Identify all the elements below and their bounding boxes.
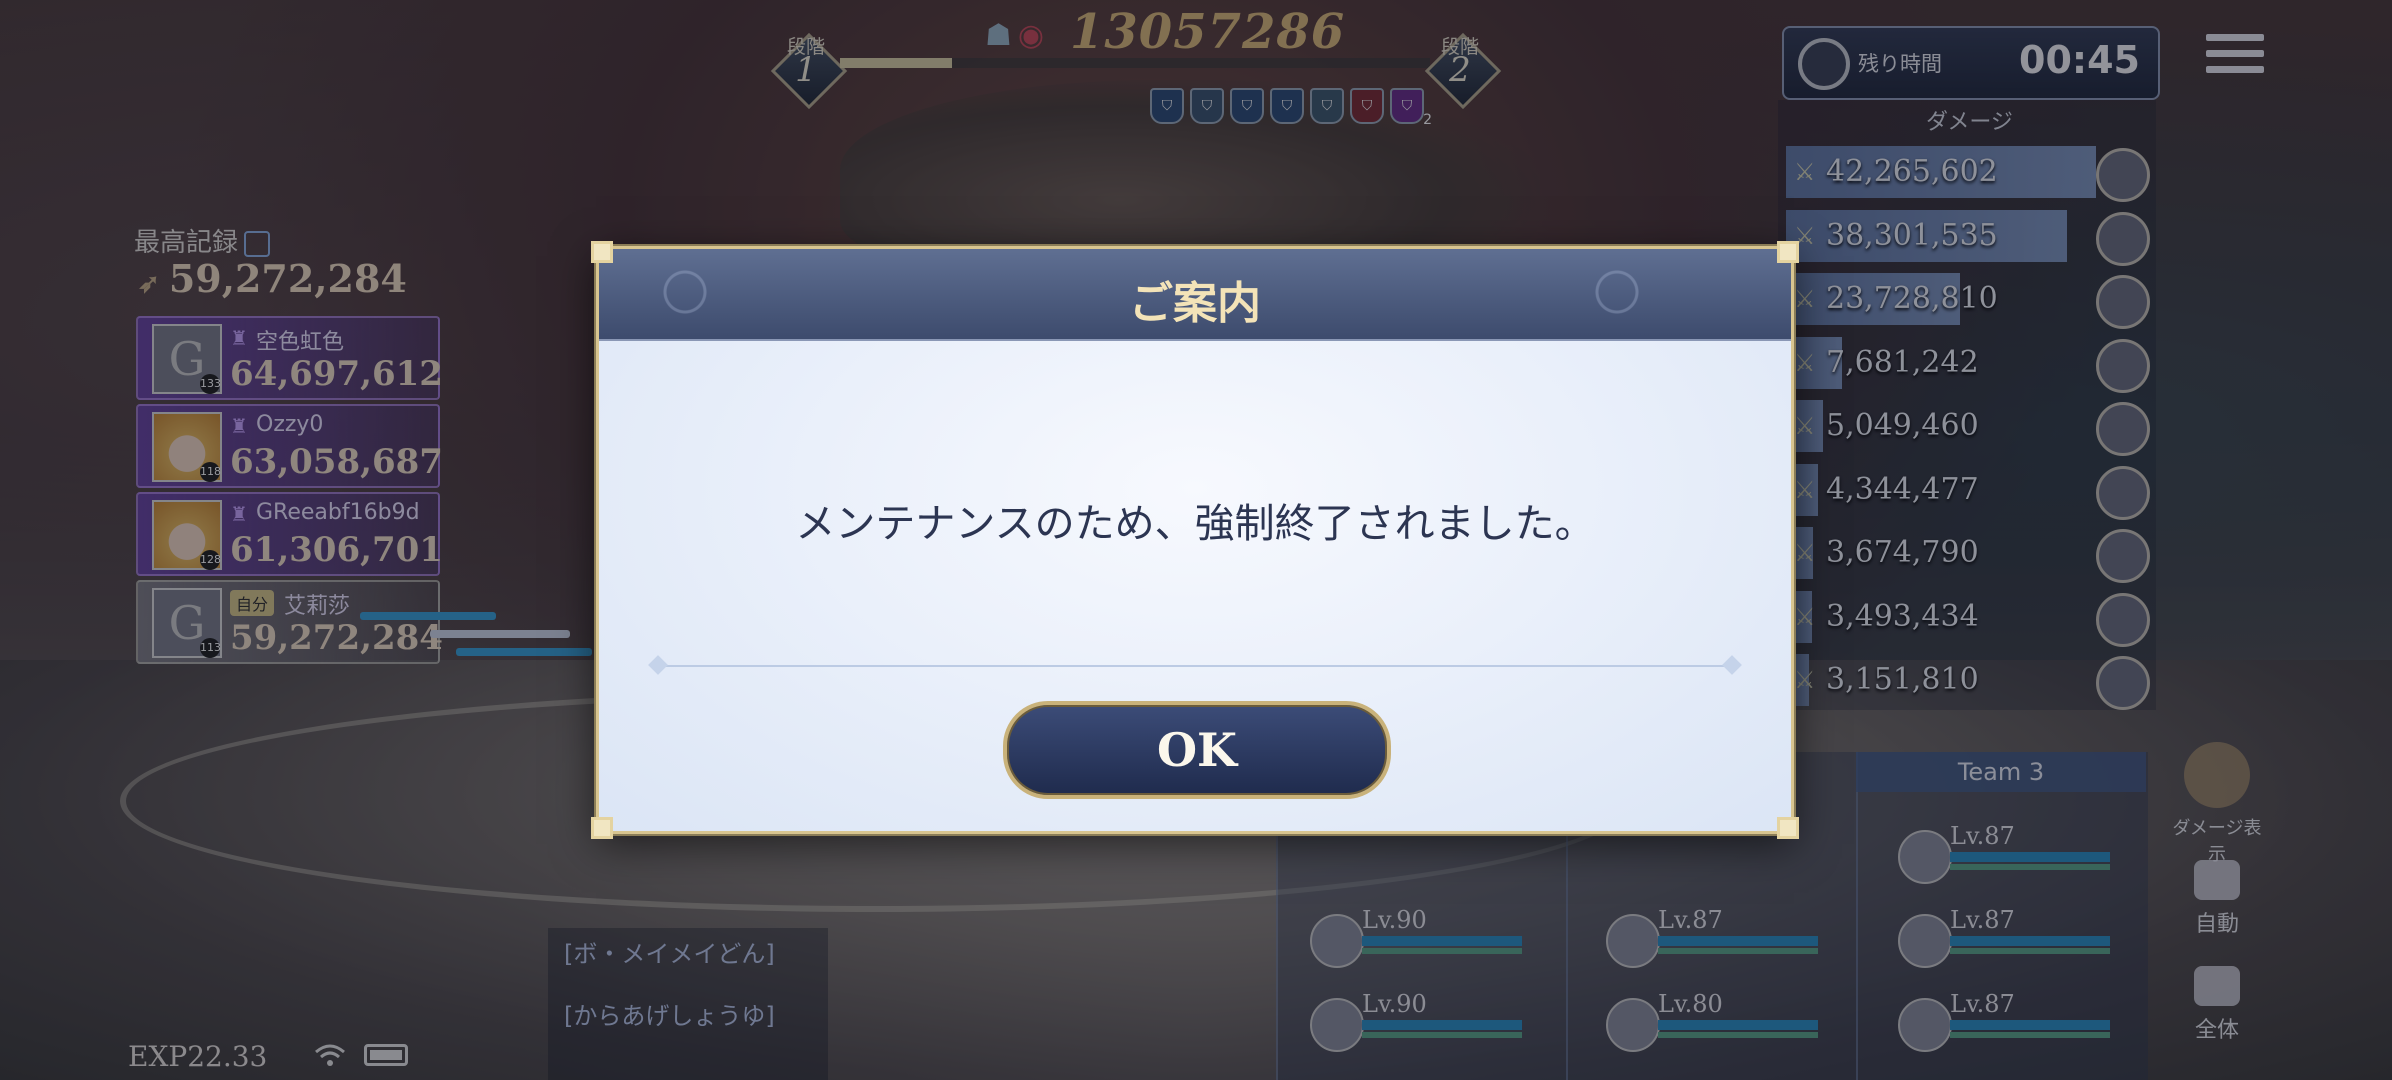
dialog-body: メンテナンスのため、強制終了されました。 OK xyxy=(599,341,1791,831)
corner-ornament xyxy=(591,241,613,263)
corner-ornament xyxy=(1777,241,1799,263)
dialog-header: ご案内 xyxy=(599,249,1791,341)
notice-dialog: ご案内 メンテナンスのため、強制終了されました。 OK xyxy=(591,241,1799,839)
dialog-title: ご案内 xyxy=(1129,278,1261,329)
corner-ornament xyxy=(1777,817,1799,839)
dialog-message: メンテナンスのため、強制終了されました。 xyxy=(795,501,1595,547)
corner-ornament xyxy=(591,817,613,839)
divider xyxy=(655,665,1735,667)
ok-button[interactable]: OK xyxy=(1003,701,1391,799)
ok-label: OK xyxy=(1156,723,1238,777)
